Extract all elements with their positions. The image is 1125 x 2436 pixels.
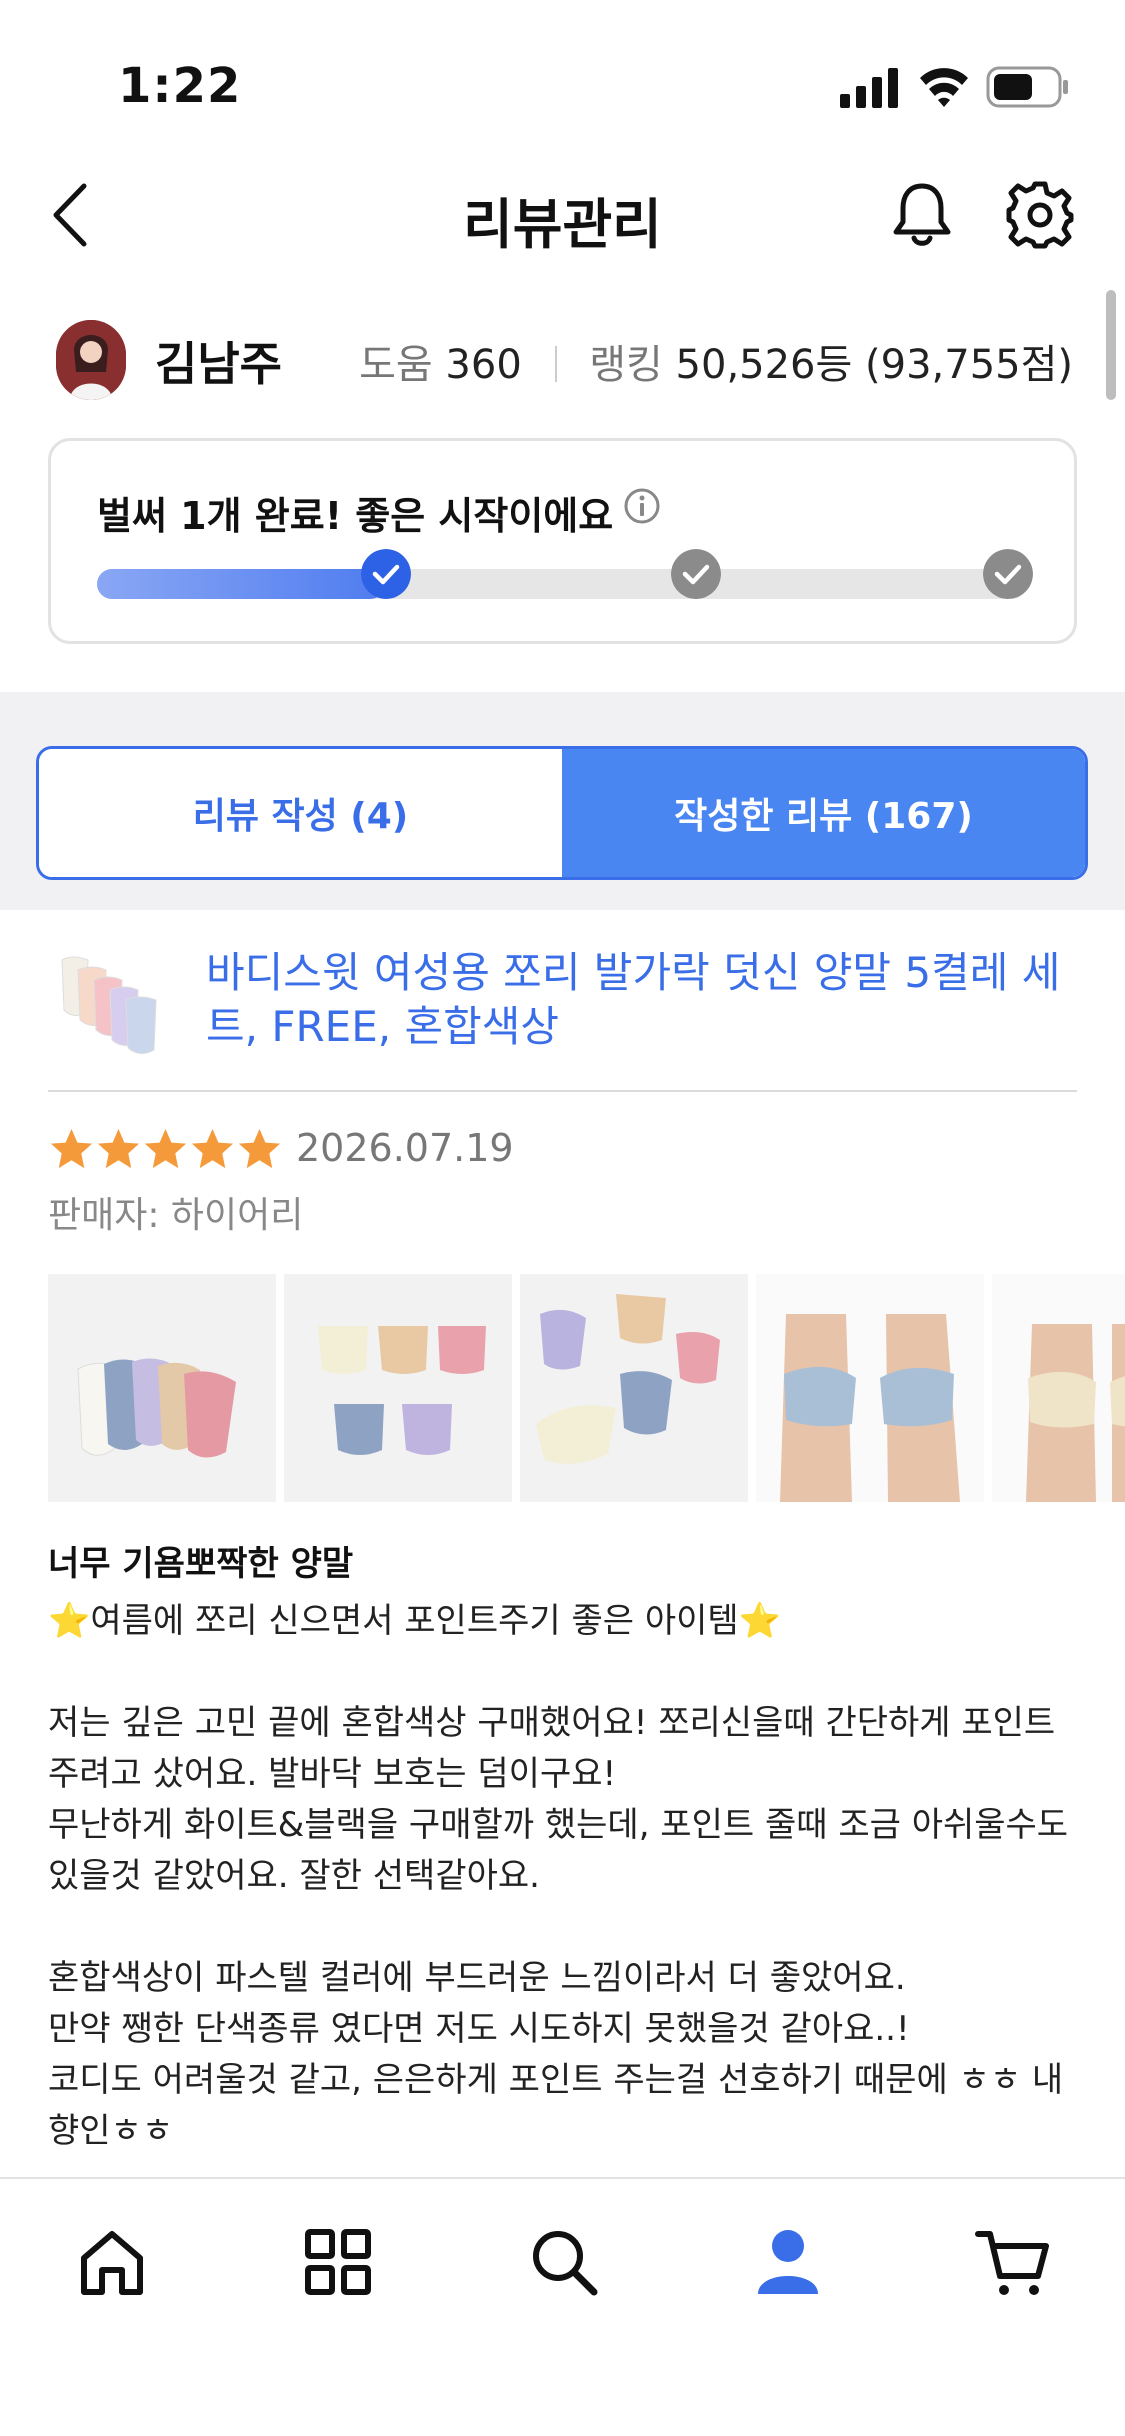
help-value: 360 bbox=[445, 342, 522, 388]
category-grid-icon[interactable] bbox=[298, 2222, 378, 2302]
review-line bbox=[48, 1902, 1088, 1953]
review-tabs: 리뷰 작성 (4) 작성한 리뷰 (167) bbox=[36, 746, 1088, 880]
star-icon bbox=[191, 1128, 234, 1169]
cellular-signal-icon bbox=[840, 68, 898, 108]
bell-icon[interactable] bbox=[890, 180, 954, 250]
info-icon[interactable] bbox=[623, 487, 661, 525]
cart-icon[interactable] bbox=[974, 2222, 1054, 2302]
review-photo[interactable] bbox=[48, 1274, 276, 1502]
tab-written-reviews[interactable]: 작성한 리뷰 (167) bbox=[562, 749, 1085, 877]
review-line: 혼합색상이 파스텔 컬러에 부드러운 느낌이라서 더 좋았어요. bbox=[48, 1958, 906, 1998]
star-icon bbox=[238, 1128, 281, 1169]
search-icon[interactable] bbox=[524, 2222, 604, 2302]
scrollbar[interactable] bbox=[1106, 290, 1116, 400]
product-thumbnail[interactable] bbox=[52, 940, 172, 1060]
settings-gear-icon[interactable] bbox=[1005, 180, 1075, 250]
progress-card: 벌써 1개 완료! 좋은 시작이에요 bbox=[48, 438, 1077, 644]
home-icon[interactable] bbox=[72, 2222, 152, 2302]
star-rating bbox=[48, 1126, 283, 1176]
star-icon bbox=[50, 1128, 93, 1169]
review-line: ⭐여름에 쪼리 신으면서 포인트주기 좋은 아이템⭐ bbox=[48, 1601, 782, 1641]
review-line: 저는 깊은 고민 끝에 혼합색상 구매했어요! 쪼리신을때 간단하게 포인트 주… bbox=[48, 1703, 1056, 1794]
divider bbox=[48, 1090, 1077, 1092]
review-line: 코디도 어려울것 같고, 은은하게 포인트 주는걸 선호하기 때문에 ㅎㅎ 내향… bbox=[48, 2060, 1064, 2151]
wifi-icon bbox=[920, 68, 968, 107]
rank-value: 50,526등 (93,755점) bbox=[675, 342, 1073, 388]
user-stats: 도움 360 랭킹 50,526등 (93,755점) bbox=[359, 332, 1073, 390]
status-bar: 1:22 bbox=[0, 0, 1125, 150]
step-2-check-icon bbox=[671, 549, 721, 599]
progress-fill bbox=[97, 569, 386, 599]
review-body: ⭐여름에 쪼리 신으면서 포인트주기 좋은 아이템⭐ 저는 깊은 고민 끝에 혼… bbox=[48, 1596, 1088, 2157]
status-time: 1:22 bbox=[118, 58, 242, 114]
home-indicator bbox=[412, 2398, 712, 2410]
user-name: 김남주 bbox=[155, 337, 282, 391]
review-photo[interactable] bbox=[756, 1274, 984, 1502]
progress-message: 벌써 1개 완료! 좋은 시작이에요 bbox=[97, 494, 614, 538]
review-line: 만약 쨍한 단색종류 였다면 저도 시도하지 못했을것 같아요..! bbox=[48, 2009, 910, 2049]
nav-divider bbox=[0, 2177, 1125, 2179]
avatar[interactable] bbox=[56, 320, 126, 400]
step-3-check-icon bbox=[983, 549, 1033, 599]
seller-name: 판매자: 하이어리 bbox=[48, 1195, 304, 1236]
profile-icon[interactable] bbox=[748, 2222, 828, 2302]
review-line bbox=[48, 1647, 1088, 1698]
review-line: 무난하게 화이트&블랙을 구매할까 했는데, 포인트 줄때 조금 아쉬울수도 있… bbox=[48, 1805, 1069, 1896]
review-title: 너무 기욤뽀짝한 양말 bbox=[48, 1544, 354, 1584]
rank-label: 랭킹 bbox=[589, 342, 663, 388]
progress-track bbox=[97, 569, 1027, 599]
app-header: 리뷰관리 bbox=[0, 150, 1125, 280]
star-icon bbox=[97, 1128, 140, 1169]
battery-icon bbox=[986, 66, 1068, 108]
review-photo[interactable] bbox=[284, 1274, 512, 1502]
product-name[interactable]: 바디스윗 여성용 쪼리 발가락 덧신 양말 5켤레 세트, FREE, 혼합색상 bbox=[206, 946, 1066, 1054]
stats-divider bbox=[554, 346, 557, 382]
review-photos bbox=[48, 1274, 1125, 1502]
star-icon bbox=[144, 1128, 187, 1169]
tab-write-review[interactable]: 리뷰 작성 (4) bbox=[39, 749, 562, 877]
page-title: 리뷰관리 bbox=[463, 193, 662, 256]
step-1-check-icon bbox=[361, 549, 411, 599]
review-photo[interactable] bbox=[992, 1274, 1125, 1502]
review-date: 2026.07.19 bbox=[296, 1126, 514, 1170]
help-label: 도움 bbox=[359, 342, 433, 388]
review-photo[interactable] bbox=[520, 1274, 748, 1502]
